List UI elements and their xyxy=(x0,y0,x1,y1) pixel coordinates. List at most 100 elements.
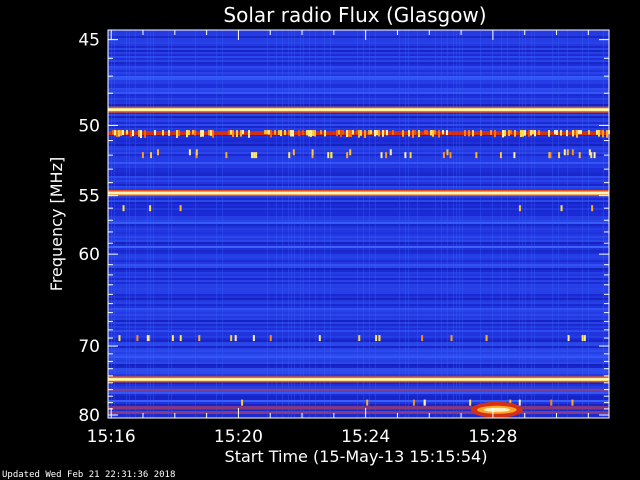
background-row xyxy=(108,272,609,274)
time-streak xyxy=(441,30,442,418)
interference-speck xyxy=(269,335,272,342)
background-row xyxy=(108,328,609,330)
emission-speck xyxy=(538,130,540,136)
background-row xyxy=(108,284,609,286)
background-row xyxy=(108,238,609,240)
background-row xyxy=(108,414,609,416)
background-row xyxy=(108,358,609,360)
emission-speck xyxy=(504,130,506,137)
background-row xyxy=(108,218,609,220)
time-streak xyxy=(135,30,136,418)
emission-speck xyxy=(532,130,534,135)
emission-speck xyxy=(576,130,578,138)
interference-speck xyxy=(583,335,586,342)
background-row xyxy=(108,366,609,368)
emission-speck xyxy=(314,130,316,137)
time-streak xyxy=(294,30,295,418)
background-row xyxy=(108,140,609,142)
time-streak xyxy=(315,30,316,418)
interference-speck xyxy=(292,149,295,156)
time-streak xyxy=(330,30,331,418)
background-row xyxy=(108,216,609,218)
background-row xyxy=(108,300,609,302)
interference-speck xyxy=(250,152,253,159)
emission-speck xyxy=(342,130,344,135)
background-row xyxy=(108,228,609,230)
background-row xyxy=(108,268,609,270)
chart-title: Solar radio Flux (Glasgow) xyxy=(223,3,486,27)
background-row xyxy=(108,362,609,364)
background-row xyxy=(108,310,609,312)
interference-speck xyxy=(571,149,574,156)
emission-speck xyxy=(132,130,134,137)
interference-speck xyxy=(118,335,121,342)
background-row xyxy=(108,188,609,190)
emission-speck xyxy=(266,130,268,135)
background-row xyxy=(108,100,609,102)
time-streak xyxy=(309,30,310,418)
emission-speck xyxy=(154,130,156,136)
background-row xyxy=(108,306,609,308)
time-streak xyxy=(276,30,277,418)
background-row xyxy=(108,320,609,322)
interference-speck xyxy=(442,152,445,159)
emission-speck xyxy=(472,130,474,137)
interference-speck xyxy=(252,335,255,342)
emission-speck xyxy=(208,130,210,136)
background-row xyxy=(108,90,609,92)
background-row xyxy=(108,160,609,162)
emission-speck xyxy=(560,130,562,136)
background-row xyxy=(108,60,609,62)
background-row xyxy=(108,282,609,284)
emission-speck xyxy=(140,130,142,139)
emission-speck xyxy=(308,130,310,137)
emission-speck xyxy=(280,130,282,137)
emission-speck xyxy=(168,130,170,136)
background-row xyxy=(108,36,609,38)
emission-speck xyxy=(580,130,582,135)
emission-speck xyxy=(126,130,128,135)
emission-line-peak xyxy=(108,192,609,194)
time-streak xyxy=(171,30,172,418)
interference-speck xyxy=(499,152,502,159)
burst-core xyxy=(483,407,511,412)
emission-speck xyxy=(114,130,116,136)
spectrogram-chart: Solar radio Flux (Glasgow) 455055607080 … xyxy=(2,3,610,480)
background-row xyxy=(108,244,609,246)
background-row xyxy=(108,308,609,310)
background-row xyxy=(108,370,609,372)
interference-speck xyxy=(475,152,478,159)
time-streak xyxy=(300,30,301,418)
time-streak xyxy=(399,30,400,418)
background-row xyxy=(108,384,609,386)
emission-speck xyxy=(270,130,272,138)
background-row xyxy=(108,394,609,396)
x-tick-label: 15:20 xyxy=(214,427,263,447)
background-row xyxy=(108,202,609,204)
time-streak xyxy=(480,30,481,418)
time-streak xyxy=(129,30,130,418)
time-streak xyxy=(363,30,364,418)
emission-speck xyxy=(176,130,178,139)
background-row xyxy=(108,56,609,58)
interference-speck xyxy=(423,399,426,406)
interference-speck xyxy=(571,399,574,406)
background-row xyxy=(108,242,609,244)
background-row xyxy=(108,330,609,332)
interference-speck xyxy=(578,152,581,159)
background-row xyxy=(108,234,609,236)
interference-speck xyxy=(141,152,144,159)
background-row xyxy=(108,162,609,164)
x-tick-label: 15:24 xyxy=(341,427,390,447)
emission-speck xyxy=(116,130,118,137)
emission-speck xyxy=(210,130,212,136)
background-row xyxy=(108,250,609,252)
emission-speck xyxy=(284,130,286,136)
background-row xyxy=(108,168,609,170)
interference-speck xyxy=(255,152,258,159)
background-row xyxy=(108,116,609,118)
background-row xyxy=(108,298,609,300)
background-row xyxy=(108,144,609,146)
time-streak xyxy=(405,30,406,418)
background-row xyxy=(108,52,609,54)
